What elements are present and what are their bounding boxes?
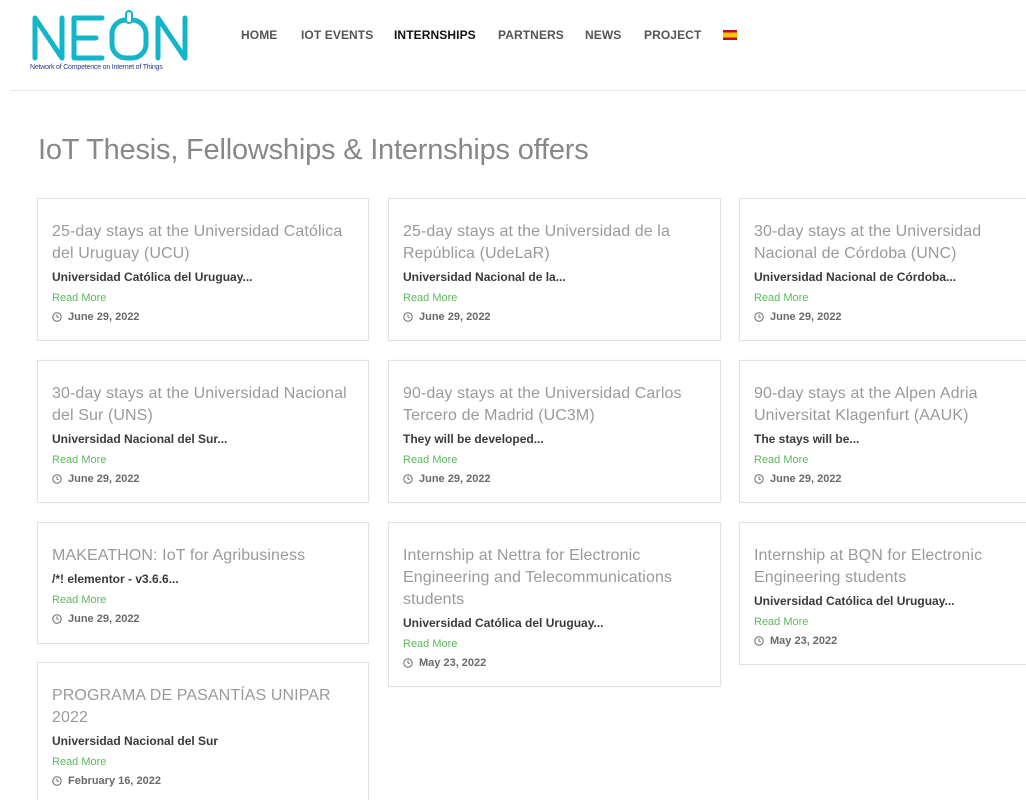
internship-card: Internship at Nettra for Electronic Engi… xyxy=(388,522,721,687)
logo-wordmark xyxy=(32,10,188,61)
card-excerpt: They will be developed... xyxy=(403,432,544,446)
card-title[interactable]: 30-day stays at the Universidad Nacional… xyxy=(52,383,357,427)
card-title[interactable]: MAKEATHON: IoT for Agribusiness xyxy=(52,545,357,567)
internship-card: PROGRAMA DE PASANTÍAS UNIPAR 2022 Univer… xyxy=(37,662,369,800)
internship-card: 30-day stays at the Universidad Nacional… xyxy=(739,198,1026,341)
read-more-link[interactable]: Read More xyxy=(52,453,106,468)
clock-icon xyxy=(52,776,62,786)
date-text: June 29, 2022 xyxy=(419,311,491,323)
spanish-flag-icon[interactable] xyxy=(723,30,737,40)
card-title[interactable]: 30-day stays at the Universidad Nacional… xyxy=(754,221,1024,265)
nav-iot-events[interactable]: IOT EVENTS xyxy=(301,28,373,42)
card-excerpt: /*! elementor - v3.6.6... xyxy=(52,572,179,586)
date-text: June 29, 2022 xyxy=(68,473,140,485)
card-title[interactable]: 90-day stays at the Alpen Adria Universi… xyxy=(754,383,1024,427)
read-more-link[interactable]: Read More xyxy=(403,637,457,652)
read-more-link[interactable]: Read More xyxy=(52,593,106,608)
nav-home[interactable]: HOME xyxy=(241,28,277,42)
card-excerpt: Universidad Católica del Uruguay... xyxy=(754,594,955,608)
card-date: June 29, 2022 xyxy=(403,309,708,325)
card-excerpt: Universidad Católica del Uruguay... xyxy=(52,270,253,284)
internship-card: 90-day stays at the Alpen Adria Universi… xyxy=(739,360,1026,503)
card-excerpt: Universidad Nacional del Sur xyxy=(52,734,219,748)
card-date: June 29, 2022 xyxy=(754,471,1024,487)
read-more-link[interactable]: Read More xyxy=(754,291,808,306)
card-excerpt: The stays will be... xyxy=(754,432,860,446)
date-text: June 29, 2022 xyxy=(770,473,842,485)
read-more-link[interactable]: Read More xyxy=(403,453,457,468)
nav-internships[interactable]: INTERNSHIPS xyxy=(394,28,476,42)
card-date: June 29, 2022 xyxy=(52,611,357,627)
nav-project[interactable]: PROJECT xyxy=(644,28,701,42)
card-title[interactable]: Internship at BQN for Electronic Enginee… xyxy=(754,545,1024,589)
internship-card: 25-day stays at the Universidad de la Re… xyxy=(388,198,721,341)
date-text: June 29, 2022 xyxy=(68,613,140,625)
internship-card: MAKEATHON: IoT for Agribusiness /*! elem… xyxy=(37,522,369,644)
date-text: February 16, 2022 xyxy=(68,775,161,787)
clock-icon xyxy=(754,636,764,646)
read-more-link[interactable]: Read More xyxy=(52,755,106,770)
clock-icon xyxy=(52,312,62,322)
clock-icon xyxy=(52,474,62,484)
nav-partners[interactable]: PARTNERS xyxy=(498,28,564,42)
card-date: June 29, 2022 xyxy=(754,309,1024,325)
card-excerpt: Universidad Nacional de Córdoba... xyxy=(754,270,957,284)
clock-icon xyxy=(52,614,62,624)
internship-card: 25-day stays at the Universidad Católica… xyxy=(37,198,369,341)
card-date: May 23, 2022 xyxy=(403,655,708,671)
clock-icon xyxy=(403,312,413,322)
date-text: May 23, 2022 xyxy=(770,635,838,647)
card-date: June 29, 2022 xyxy=(52,309,357,325)
card-title[interactable]: PROGRAMA DE PASANTÍAS UNIPAR 2022 xyxy=(52,685,357,729)
date-text: June 29, 2022 xyxy=(419,473,491,485)
page-title: IoT Thesis, Fellowships & Internships of… xyxy=(38,134,589,166)
read-more-link[interactable]: Read More xyxy=(52,291,106,306)
date-text: June 29, 2022 xyxy=(68,311,140,323)
clock-icon xyxy=(403,658,413,668)
card-date: June 29, 2022 xyxy=(403,471,708,487)
nav-news[interactable]: NEWS xyxy=(585,28,621,42)
card-title[interactable]: 90-day stays at the Universidad Carlos T… xyxy=(403,383,708,427)
card-excerpt: Universidad Nacional del Sur... xyxy=(52,432,228,446)
card-excerpt: Universidad Católica del Uruguay... xyxy=(403,616,604,630)
internship-card: Internship at BQN for Electronic Enginee… xyxy=(739,522,1026,665)
site-header: Network of Competence on Internet of Thi… xyxy=(0,0,1026,92)
clock-icon xyxy=(403,474,413,484)
read-more-link[interactable]: Read More xyxy=(754,453,808,468)
logo-tagline: Network of Competence on Internet of Thi… xyxy=(30,64,163,71)
internship-card: 30-day stays at the Universidad Nacional… xyxy=(37,360,369,503)
date-text: May 23, 2022 xyxy=(419,657,487,669)
header-divider xyxy=(10,90,1026,91)
clock-icon xyxy=(754,474,764,484)
card-title[interactable]: Internship at Nettra for Electronic Engi… xyxy=(403,545,708,611)
card-excerpt: Universidad Nacional de la... xyxy=(403,270,566,284)
clock-icon xyxy=(754,312,764,322)
card-date: February 16, 2022 xyxy=(52,773,357,789)
card-title[interactable]: 25-day stays at the Universidad de la Re… xyxy=(403,221,708,265)
card-date: May 23, 2022 xyxy=(754,633,1024,649)
card-title[interactable]: 25-day stays at the Universidad Católica… xyxy=(52,221,357,265)
card-date: June 29, 2022 xyxy=(52,471,357,487)
read-more-link[interactable]: Read More xyxy=(754,615,808,630)
internship-card: 90-day stays at the Universidad Carlos T… xyxy=(388,360,721,503)
date-text: June 29, 2022 xyxy=(770,311,842,323)
neon-logo[interactable]: Network of Competence on Internet of Thi… xyxy=(30,8,192,74)
read-more-link[interactable]: Read More xyxy=(403,291,457,306)
